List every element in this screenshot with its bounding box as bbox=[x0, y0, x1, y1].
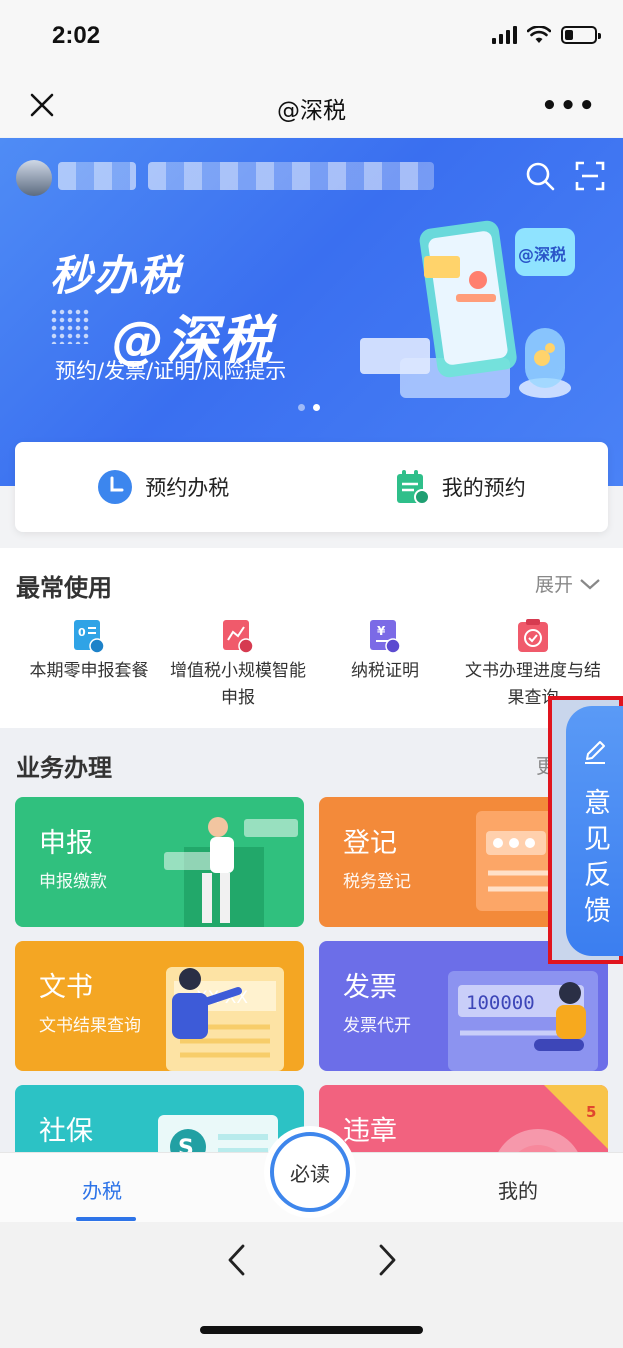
my-appointments-button[interactable]: 我的预约 bbox=[312, 442, 609, 532]
status-icons bbox=[492, 26, 601, 44]
pager-dot bbox=[313, 404, 320, 411]
must-read-button[interactable]: 必读 bbox=[270, 1132, 350, 1212]
tax-certificate-icon: ¥ bbox=[370, 620, 401, 654]
most-used-section: 最常使用 展开 0 本期零申报套餐 增值税小规模智能申报 ¥ 纳税证明 文书办理… bbox=[0, 548, 623, 728]
back-arrow-icon[interactable] bbox=[222, 1242, 252, 1278]
banner-pager bbox=[298, 404, 320, 411]
shortcut-vat-declaration[interactable]: 增值税小规模智能申报 bbox=[163, 618, 313, 712]
shortcut-label: 纳税证明 bbox=[351, 661, 419, 681]
wifi-icon bbox=[527, 26, 551, 43]
status-time: 2:02 bbox=[52, 22, 101, 49]
shortcut-zero-declaration[interactable]: 0 本期零申报套餐 bbox=[14, 618, 164, 685]
banner-title: 秒办税 bbox=[50, 251, 183, 300]
teacher-board-illustration: XX XX bbox=[166, 967, 284, 1071]
page-title: @深税 bbox=[277, 98, 346, 124]
most-used-title: 最常使用 bbox=[16, 574, 112, 602]
home-indicator bbox=[200, 1326, 423, 1334]
banner-subtitle: 预约/发票/证明/风险提示 bbox=[55, 359, 287, 383]
blurred-company-name bbox=[148, 162, 434, 190]
chevron-down-icon bbox=[580, 578, 600, 589]
shortcut-tax-certificate[interactable]: ¥ 纳税证明 bbox=[310, 618, 460, 685]
dots-decoration bbox=[50, 308, 90, 344]
tile-subtitle: 发票代开 bbox=[343, 1016, 411, 1036]
banner-art-badge: @深税 bbox=[518, 245, 566, 264]
expand-button[interactable]: 展开 bbox=[535, 570, 601, 597]
tile-art-text: 5 bbox=[586, 1103, 596, 1121]
must-read-label: 必读 bbox=[290, 1161, 330, 1186]
my-appointments-label: 我的预约 bbox=[441, 476, 526, 500]
clock-icon bbox=[98, 470, 133, 504]
zero-declaration-icon: 0 bbox=[74, 620, 105, 654]
more-icon[interactable]: ••• bbox=[541, 91, 597, 121]
forward-arrow-icon[interactable] bbox=[372, 1242, 402, 1278]
feedback-label: 意见反馈 bbox=[584, 788, 611, 927]
tile-documents[interactable]: 文书 文书结果查询 XX XX bbox=[15, 941, 304, 1071]
tile-title: 文书 bbox=[39, 972, 93, 1003]
tile-title: 申报 bbox=[39, 828, 93, 859]
hero-banner[interactable]: 秒办税 @深税 预约/发票/证明/风险提示 @深税 bbox=[0, 138, 623, 486]
tile-title: 发票 bbox=[343, 972, 397, 1003]
tile-subtitle: 文书结果查询 bbox=[39, 1016, 141, 1036]
nav-bar: @深税 ••• bbox=[0, 75, 623, 137]
tile-subtitle: 申报缴款 bbox=[39, 872, 107, 892]
pager-dot bbox=[298, 404, 305, 411]
svg-text:0: 0 bbox=[78, 626, 86, 639]
shortcut-label: 增值税小规模智能申报 bbox=[170, 661, 306, 708]
search-icon[interactable] bbox=[524, 160, 556, 192]
status-bar: 2:02 bbox=[0, 0, 623, 75]
appointment-card: 预约办税 我的预约 bbox=[15, 442, 608, 532]
tab-mine[interactable]: 我的 bbox=[498, 1175, 538, 1204]
svg-text:¥: ¥ bbox=[377, 624, 386, 638]
scan-icon[interactable] bbox=[574, 160, 606, 192]
business-title: 业务办理 bbox=[16, 754, 112, 782]
tile-title: 违章 bbox=[343, 1116, 397, 1147]
cellular-signal-icon bbox=[492, 26, 517, 44]
active-tab-indicator bbox=[76, 1217, 136, 1221]
browser-toolbar bbox=[0, 1222, 623, 1348]
battery-icon bbox=[561, 26, 601, 44]
business-section: 业务办理 更 申报 申报缴款 登记 税务登记 文书 文书结果查询 XX 发票 发… bbox=[0, 728, 623, 1215]
book-tax-button[interactable]: 预约办税 bbox=[15, 442, 312, 532]
vat-declaration-icon bbox=[223, 620, 254, 654]
shortcut-label: 本期零申报套餐 bbox=[29, 661, 149, 681]
tile-subtitle: 税务登记 bbox=[343, 872, 411, 892]
avatar[interactable] bbox=[16, 160, 52, 196]
document-progress-icon bbox=[518, 619, 548, 652]
pencil-icon bbox=[585, 741, 605, 764]
tile-declaration[interactable]: 申报 申报缴款 bbox=[15, 797, 304, 927]
tile-art-text: 100000 bbox=[466, 992, 535, 1014]
calendar-clipboard-icon bbox=[396, 470, 430, 505]
expand-label: 展开 bbox=[534, 574, 573, 596]
tab-tax[interactable]: 办税 bbox=[82, 1175, 122, 1204]
blurred-user-info bbox=[58, 162, 136, 190]
tile-title: 社保 bbox=[39, 1116, 93, 1147]
feedback-button[interactable]: 意见反馈 bbox=[566, 706, 623, 956]
person-laptop-illustration bbox=[164, 817, 298, 927]
book-tax-label: 预约办税 bbox=[145, 476, 230, 500]
tile-title: 登记 bbox=[343, 828, 397, 859]
phone-illustration: @深税 bbox=[360, 220, 575, 398]
